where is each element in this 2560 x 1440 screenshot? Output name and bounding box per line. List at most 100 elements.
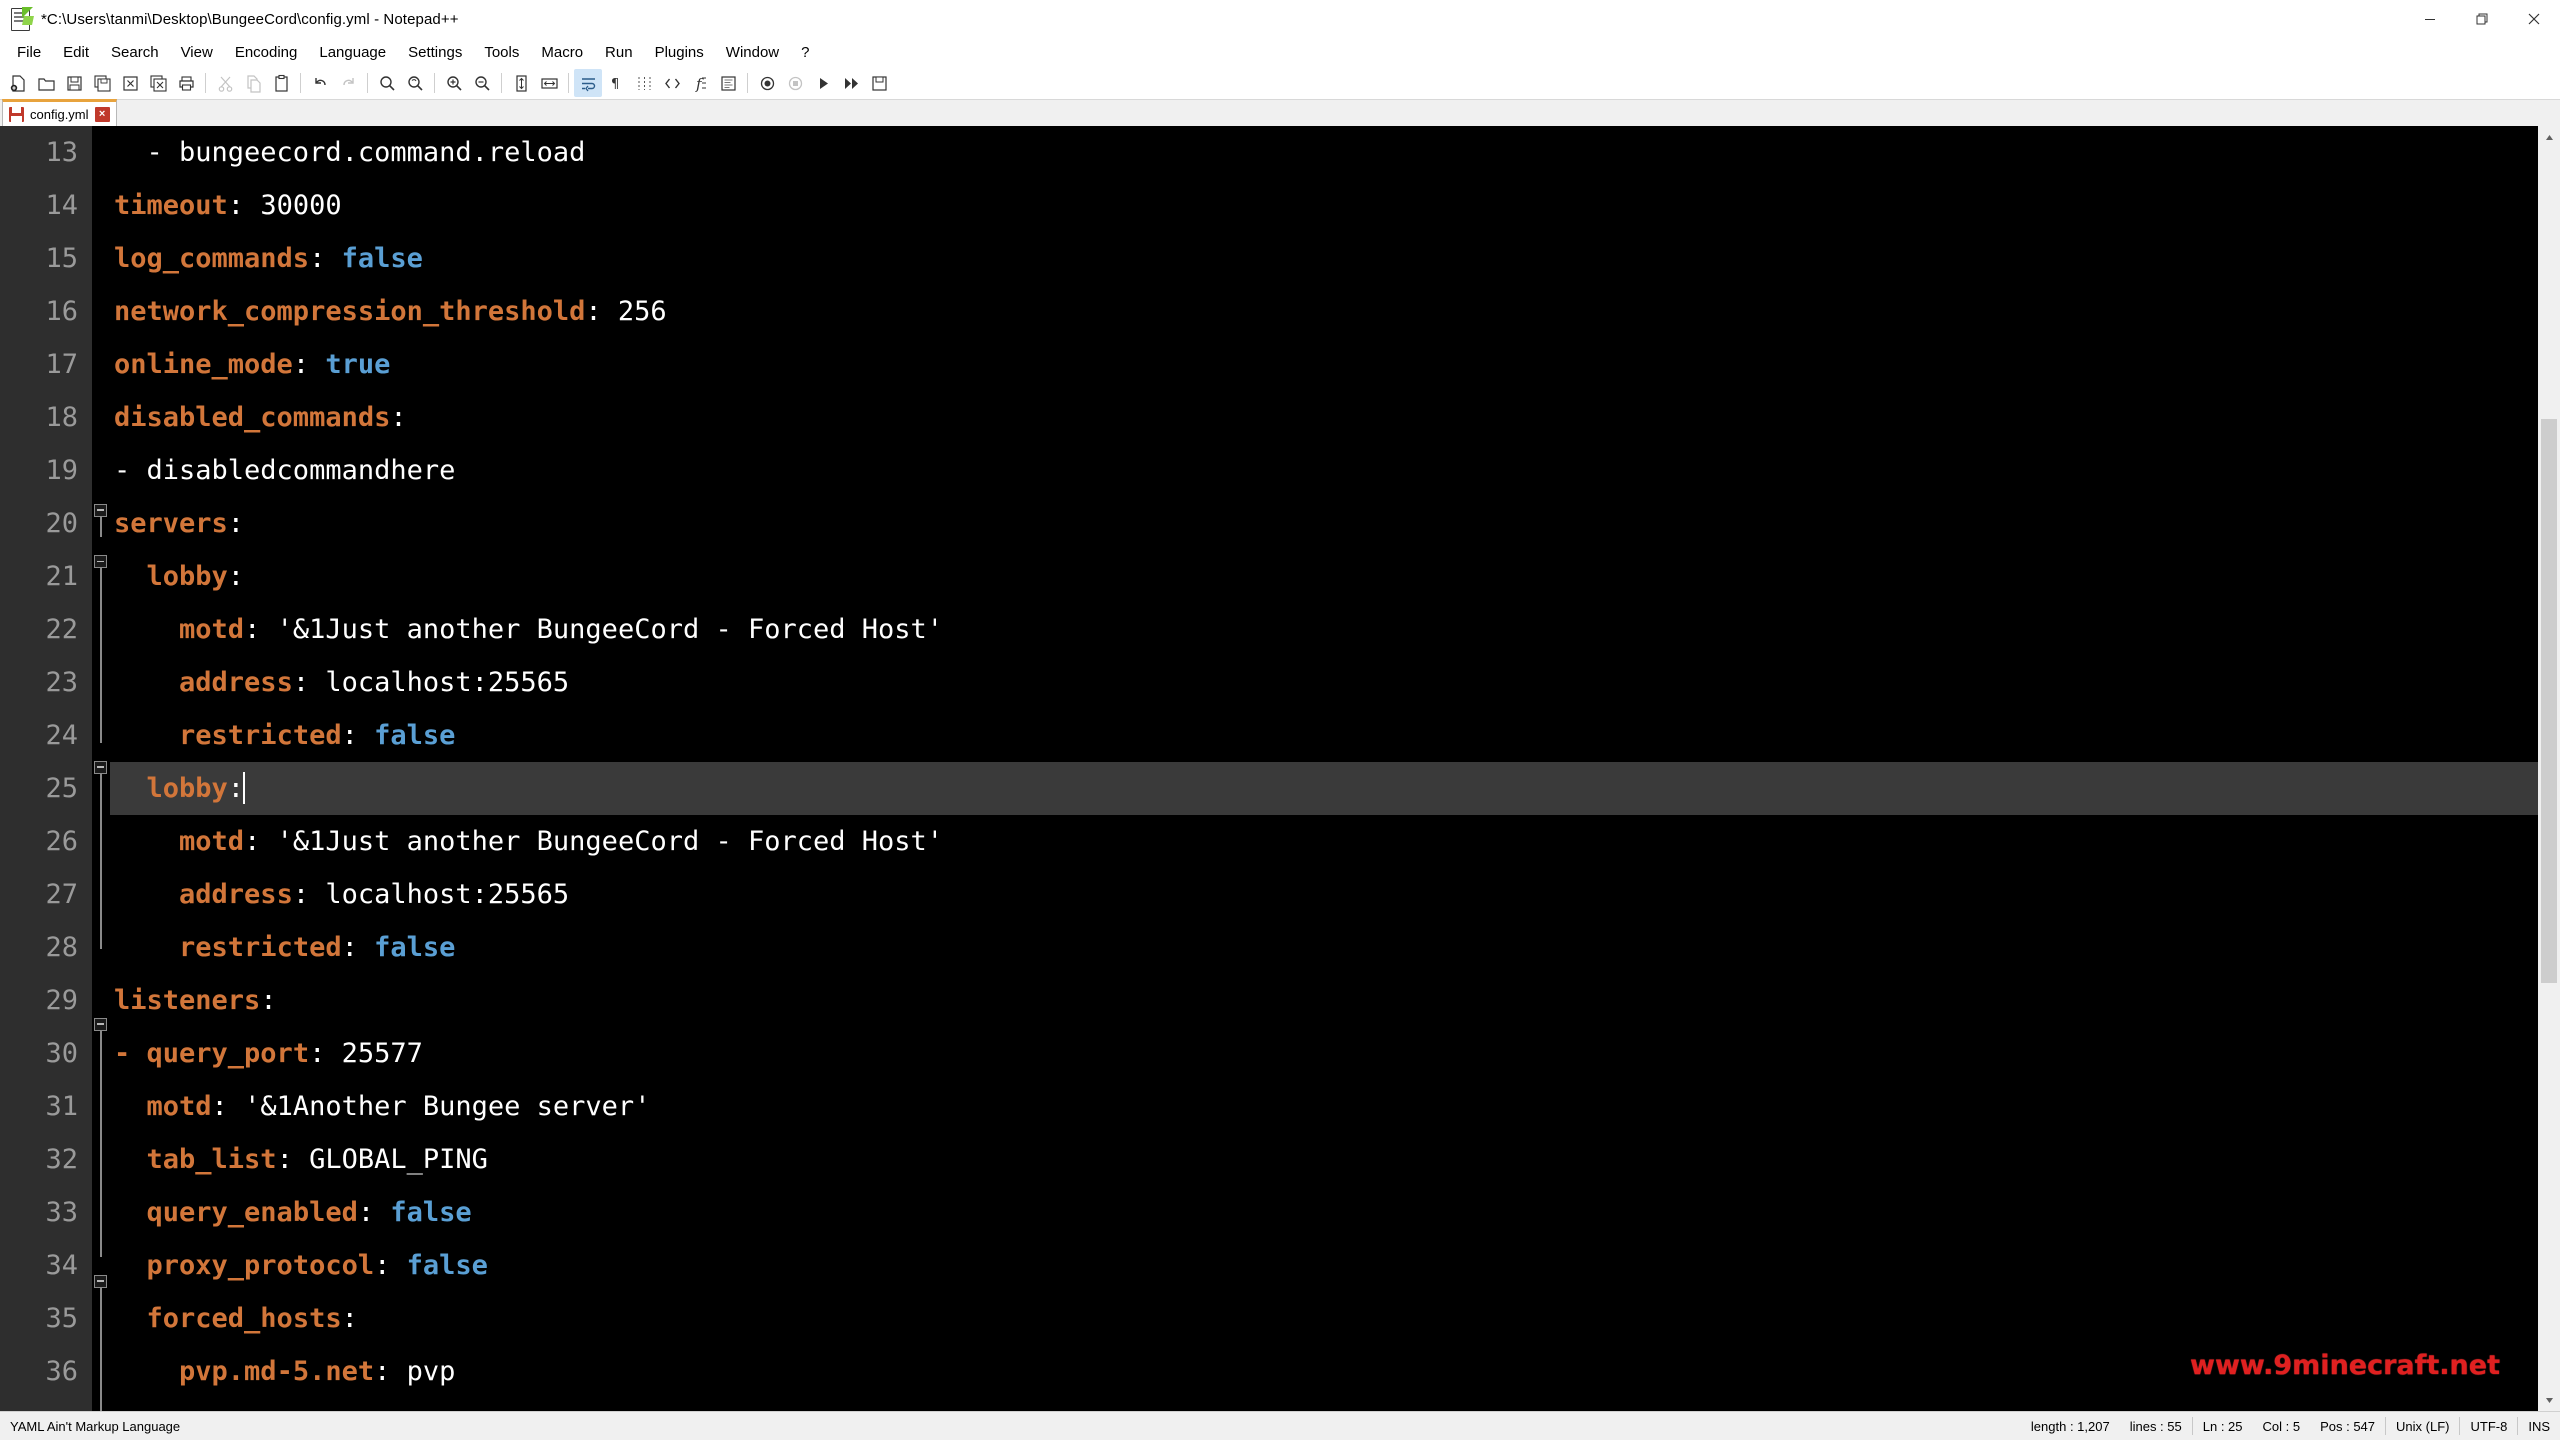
undo-icon[interactable] bbox=[306, 69, 334, 97]
fold-cell[interactable] bbox=[92, 743, 110, 795]
menu-tools[interactable]: Tools bbox=[473, 41, 530, 64]
word-wrap-icon[interactable] bbox=[574, 69, 602, 97]
redo-icon[interactable] bbox=[334, 69, 362, 97]
code-line[interactable]: - bungeecord.command.reload bbox=[110, 126, 2538, 179]
open-folder-icon[interactable] bbox=[32, 69, 60, 97]
code-line[interactable]: motd: '&1Just another BungeeCord - Force… bbox=[110, 815, 2538, 868]
menu-settings[interactable]: Settings bbox=[397, 41, 473, 64]
sync-vertical-scroll-icon[interactable] bbox=[507, 69, 535, 97]
status-language[interactable]: YAML Ain't Markup Language bbox=[0, 1412, 240, 1440]
menu-language[interactable]: Language bbox=[308, 41, 397, 64]
record-macro-icon[interactable] bbox=[753, 69, 781, 97]
fold-collapse-icon[interactable] bbox=[94, 555, 107, 569]
user-defined-language-icon[interactable] bbox=[658, 69, 686, 97]
fold-collapse-icon[interactable] bbox=[94, 1017, 107, 1031]
code-line[interactable]: proxy_protocol: false bbox=[110, 1239, 2538, 1292]
fold-cell[interactable] bbox=[92, 1000, 110, 1052]
menu-search[interactable]: Search bbox=[100, 41, 170, 64]
fold-collapse-icon[interactable] bbox=[94, 1274, 107, 1288]
document-map-icon[interactable] bbox=[714, 69, 742, 97]
vertical-scroll-thumb[interactable] bbox=[2541, 418, 2557, 983]
code-line[interactable]: forced_hosts: bbox=[110, 1292, 2538, 1345]
close-all-files-icon[interactable] bbox=[144, 69, 172, 97]
menu-window[interactable]: Window bbox=[715, 41, 790, 64]
status-position: Pos : 547 bbox=[2320, 1418, 2376, 1434]
text-caret bbox=[243, 772, 246, 804]
find-icon[interactable] bbox=[373, 69, 401, 97]
menu-help[interactable]: ? bbox=[790, 41, 820, 64]
save-icon[interactable] bbox=[60, 69, 88, 97]
code-line[interactable]: motd: '&1Just another BungeeCord - Force… bbox=[110, 603, 2538, 656]
maximize-restore-button[interactable] bbox=[2456, 0, 2508, 38]
code-token: pvp.md-5.net bbox=[179, 1356, 375, 1387]
code-line[interactable]: tab_list: GLOBAL_PING bbox=[110, 1133, 2538, 1186]
paste-icon[interactable] bbox=[267, 69, 295, 97]
tab-close-icon[interactable]: × bbox=[94, 106, 110, 122]
show-indent-guide-icon[interactable] bbox=[630, 69, 658, 97]
zoom-in-icon[interactable] bbox=[440, 69, 468, 97]
function-list-icon[interactable]: f bbox=[686, 69, 714, 97]
code-line[interactable]: listeners: bbox=[110, 974, 2538, 1027]
code-line[interactable]: disabled_commands: bbox=[110, 391, 2538, 444]
new-file-icon[interactable] bbox=[4, 69, 32, 97]
cut-icon[interactable] bbox=[211, 69, 239, 97]
minimize-button[interactable] bbox=[2404, 0, 2456, 38]
replace-icon[interactable] bbox=[401, 69, 429, 97]
save-macro-icon[interactable] bbox=[865, 69, 893, 97]
fold-collapse-icon[interactable] bbox=[94, 760, 107, 774]
menu-plugins[interactable]: Plugins bbox=[644, 41, 715, 64]
status-insert-mode[interactable]: INS bbox=[2518, 1412, 2560, 1440]
code-line[interactable]: timeout: 30000 bbox=[110, 179, 2538, 232]
code-line[interactable]: log_commands: false bbox=[110, 232, 2538, 285]
run-macro-multiple-icon[interactable] bbox=[837, 69, 865, 97]
code-line[interactable]: online_mode: true bbox=[110, 338, 2538, 391]
menu-macro[interactable]: Macro bbox=[530, 41, 594, 64]
code-line[interactable]: servers: bbox=[110, 497, 2538, 550]
code-line[interactable]: query_enabled: false bbox=[110, 1186, 2538, 1239]
code-line[interactable]: restricted: false bbox=[110, 709, 2538, 762]
play-macro-icon[interactable] bbox=[809, 69, 837, 97]
print-icon[interactable] bbox=[172, 69, 200, 97]
code-line-current[interactable]: lobby: bbox=[110, 762, 2538, 815]
code-line[interactable]: address: localhost:25565 bbox=[110, 656, 2538, 709]
code-line[interactable]: motd: '&1Another Bungee server' bbox=[110, 1080, 2538, 1133]
sync-horizontal-scroll-icon[interactable] bbox=[535, 69, 563, 97]
vertical-scroll-track[interactable] bbox=[2538, 148, 2560, 1389]
code-line[interactable]: address: localhost:25565 bbox=[110, 868, 2538, 921]
scroll-up-arrow-icon[interactable] bbox=[2538, 126, 2560, 148]
code-line[interactable]: ping_passthrough: false bbox=[110, 1398, 2538, 1411]
stop-macro-icon[interactable] bbox=[781, 69, 809, 97]
code-line[interactable]: pvp.md-5.net: pvp bbox=[110, 1345, 2538, 1398]
menu-encoding[interactable]: Encoding bbox=[224, 41, 309, 64]
menu-file[interactable]: File bbox=[6, 41, 52, 64]
code-line[interactable]: lobby: bbox=[110, 550, 2538, 603]
fold-collapse-icon[interactable] bbox=[94, 503, 107, 517]
scroll-down-arrow-icon[interactable] bbox=[2538, 1389, 2560, 1411]
show-all-characters-icon[interactable]: ¶ bbox=[602, 69, 630, 97]
close-file-icon[interactable] bbox=[116, 69, 144, 97]
zoom-out-icon[interactable] bbox=[468, 69, 496, 97]
tab-config-yml[interactable]: config.yml × bbox=[2, 99, 117, 126]
code-line[interactable]: - query_port: 25577 bbox=[110, 1027, 2538, 1080]
code-editor[interactable]: 13 14 15 16 17 18 19 20 21 22 23 24 25 26 27 28 29 30 31 32… bbox=[0, 126, 2538, 1411]
copy-icon[interactable] bbox=[239, 69, 267, 97]
close-button[interactable] bbox=[2508, 0, 2560, 38]
menu-edit[interactable]: Edit bbox=[52, 41, 100, 64]
code-folding-column[interactable] bbox=[92, 126, 110, 1411]
code-line[interactable]: network_compression_threshold: 256 bbox=[110, 285, 2538, 338]
fold-cell[interactable] bbox=[92, 537, 110, 589]
vertical-scrollbar[interactable] bbox=[2538, 126, 2560, 1411]
code-line[interactable]: - disabledcommandhere bbox=[110, 444, 2538, 497]
save-all-icon[interactable] bbox=[88, 69, 116, 97]
menu-view[interactable]: View bbox=[170, 41, 224, 64]
code-content[interactable]: - bungeecord.command.reload timeout: 3000… bbox=[110, 126, 2538, 1411]
menu-run[interactable]: Run bbox=[594, 41, 644, 64]
code-line[interactable]: restricted: false bbox=[110, 921, 2538, 974]
status-column-number: Col : 5 bbox=[2262, 1418, 2301, 1434]
status-encoding[interactable]: UTF-8 bbox=[2460, 1412, 2517, 1440]
status-eol-format[interactable]: Unix (LF) bbox=[2386, 1412, 2459, 1440]
fold-cell[interactable] bbox=[92, 1257, 110, 1309]
fold-cell[interactable] bbox=[92, 486, 110, 538]
